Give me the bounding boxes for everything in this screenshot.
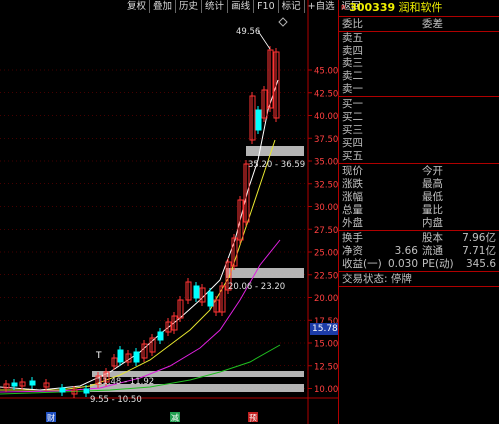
f10-button[interactable]: F10 [254,0,279,13]
buy-2-label: 买二 [342,111,363,123]
zone-low2-label: 9.55 - 10.50 [90,395,142,405]
y-tick-label: 12.50 [314,362,338,372]
candle-body [207,291,214,307]
y-tick-label: 22.50 [314,271,338,281]
restore-rights-button[interactable]: 复权 [124,0,151,13]
candle-body [59,387,66,393]
change-label: 涨跌 [342,178,363,190]
statistics-button[interactable]: 统计 [202,0,229,13]
candle-body [83,388,90,394]
buy-5-label: 买五 [342,150,363,162]
add-watchlist-button[interactable]: +自选 [305,0,339,13]
code-marker: R [341,4,346,12]
pe-label: PE(动) [422,258,454,270]
peak-label: 49.56 [236,27,260,37]
buy-4-label: 买四 [342,137,363,149]
divider [339,271,499,272]
low-label: 最低 [422,191,443,203]
t-marker: T [95,351,102,361]
stock-code: 300339 [349,1,396,14]
sell-4-label: 卖四 [342,45,363,57]
stock-name: 润和软件 [398,1,443,14]
divider [339,286,499,287]
chart-canvas[interactable]: 45.00 42.50 40.00 37.50 35.00 32.50 30.00 27.50… [0,0,338,424]
order-diff-label: 委差 [422,18,443,30]
ma20-line [0,239,281,393]
candle-body [29,380,36,386]
event-marker-label: 预 [249,413,257,423]
zone-low1-label: 11.48 - 11.92 [97,377,154,387]
candle-body [255,109,262,131]
stock-title[interactable]: R 300339 润和软件 [341,2,443,14]
overlay-button[interactable]: 叠加 [150,0,177,13]
float-shares-value: 7.71亿 [462,245,496,257]
change-pct-label: 涨幅 [342,191,363,203]
volume-label: 总量 [342,204,363,216]
y-tick-label: 45.00 [314,67,338,77]
total-shares-value: 7.96亿 [462,232,496,244]
y-tick-label: 15.00 [314,340,338,350]
ma5-line [0,79,279,391]
divider [339,163,499,164]
inner-volume-label: 内盘 [422,217,443,229]
candle-body [157,331,164,341]
divider [339,96,499,97]
quote-panel: R 300339 润和软件 委比 委差 卖五 卖四 卖三 卖二 卖一 买一 买二… [339,0,499,424]
open-label: 今开 [422,165,443,177]
divider [339,230,499,231]
candle-body [117,349,124,363]
high-label: 最高 [422,178,443,190]
outer-volume-label: 外盘 [342,217,363,229]
order-ratio-row: 委比 委差 [342,18,443,30]
kline-chart[interactable]: 45.00 42.50 40.00 37.50 35.00 32.50 30.00 27.50… [0,0,338,424]
trade-status-label: 交易状态: [342,273,388,285]
draw-line-button[interactable]: 画线 [228,0,255,13]
candle-body [133,351,140,363]
divider [339,16,499,17]
trade-status-value: 停牌 [390,273,412,285]
eps-label: 收益(一) [342,258,382,270]
eps-value: 0.030 [387,258,418,270]
buy-3-label: 买三 [342,124,363,136]
net-assets-label: 净资 [342,245,363,257]
zone-high-label: 35.20 - 36.59 [248,160,305,170]
candle-body [11,382,18,387]
candle-body [193,285,200,299]
event-marker-label: 减 [171,413,179,423]
y-tick-label: 35.00 [314,158,338,168]
zone-mid-band [226,268,304,278]
y-tick-label: 30.00 [314,203,338,213]
sell-3-label: 卖三 [342,57,363,69]
y-tick-label: 37.50 [314,135,338,145]
float-shares-label: 流通 [422,245,443,257]
current-price-tag: 15.78 [310,323,338,335]
divider [339,31,499,32]
y-tick-label: 27.50 [314,226,338,236]
total-shares-label: 股本 [422,232,443,244]
y-tick-label: 40.00 [314,112,338,122]
order-ratio-label: 委比 [342,18,363,30]
pe-value: 345.6 [465,258,496,270]
sell-1-label: 卖一 [342,83,363,95]
zone-mid-label: 20.06 - 23.20 [228,282,285,292]
sell-2-label: 卖二 [342,70,363,82]
diamond-icon [278,17,288,27]
mark-button[interactable]: 标记 [279,0,305,13]
chart-toolbar: 复权 叠加 历史 统计 画线 F10 标记 +自选 返回 [124,0,364,14]
current-price-label: 现价 [342,165,363,177]
y-tick-label: 32.50 [314,180,338,190]
zone-high-band [246,146,304,156]
turnover-label: 换手 [342,232,363,244]
buy-1-label: 买一 [342,98,363,110]
y-tick-label: 25.00 [314,249,338,259]
history-button[interactable]: 历史 [176,0,203,13]
event-marker-label: 财 [47,413,55,423]
y-tick-label: 20.00 [314,294,338,304]
y-tick-label: 10.00 [314,385,338,395]
y-tick-label: 42.50 [314,89,338,99]
trade-status: 交易状态: 停牌 [342,273,412,285]
net-assets-value: 3.66 [394,245,418,257]
volume-ratio-label: 量比 [422,204,443,216]
sell-5-label: 卖五 [342,32,363,44]
